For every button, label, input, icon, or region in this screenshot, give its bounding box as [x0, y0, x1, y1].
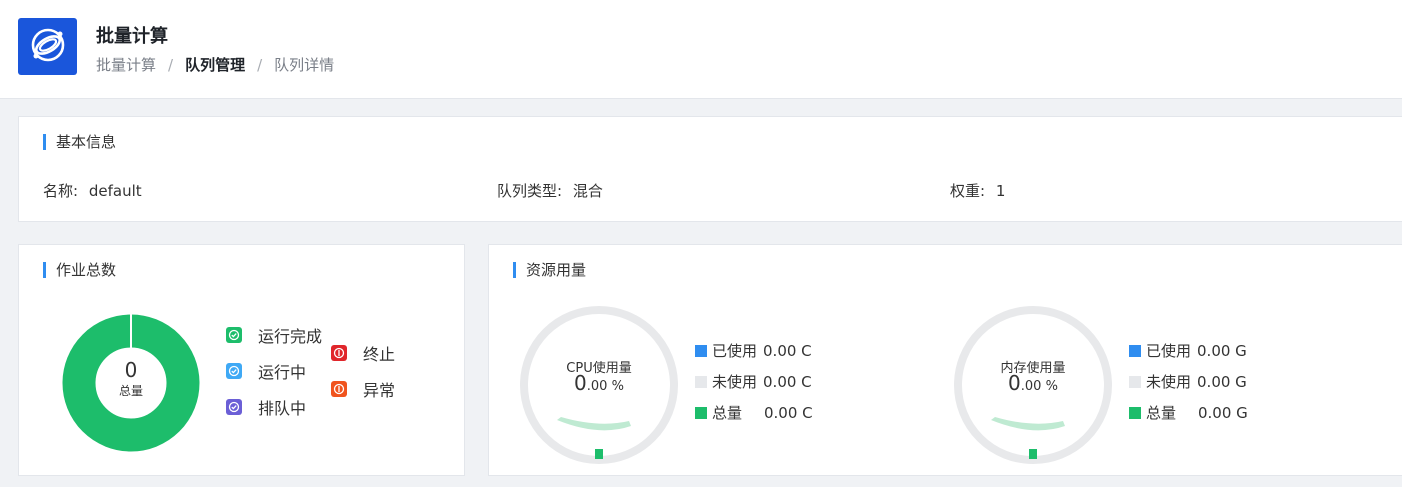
memory-gauge-value: 0.00 %	[983, 371, 1083, 395]
legend-swatch	[695, 406, 707, 419]
legend-status-terminated: 终止	[331, 341, 395, 365]
legend-label: 运行完成	[258, 327, 323, 346]
legend-label: 排队中	[258, 399, 307, 418]
job-total-value: 0	[124, 358, 138, 382]
field-label: 权重:	[950, 182, 986, 200]
legend-label: 异常	[363, 381, 396, 400]
satellite-logo-icon	[27, 25, 69, 69]
legend-label: 已使用	[1146, 342, 1192, 360]
field-value: default	[88, 182, 142, 200]
legend-status-error: 异常	[331, 377, 395, 401]
cpu-gauge-number: 0	[574, 371, 587, 395]
section-title-job-totals: 作业总数	[43, 262, 116, 278]
memory-gauge-unit: .00 %	[1020, 379, 1058, 394]
field-value: 混合	[572, 182, 603, 200]
legend-label: 未使用	[712, 373, 758, 391]
app-title: 批量计算	[96, 26, 168, 47]
cpu-legend-total: 总量 0.00 C	[695, 402, 813, 423]
section-title-resource-usage: 资源用量	[513, 262, 586, 278]
legend-status-queued: 排队中	[226, 395, 306, 419]
cpu-gauge-unit: .00 %	[586, 379, 624, 394]
breadcrumb-item-queue-management[interactable]: 队列管理	[185, 54, 245, 75]
check-icon	[226, 363, 242, 379]
legend-swatch	[1129, 406, 1141, 419]
breadcrumb-item-batch[interactable]: 批量计算	[96, 54, 156, 75]
check-icon	[226, 327, 242, 343]
memory-legend-used: 已使用 0.00 G	[1129, 340, 1247, 361]
info-field-queue-type: 队列类型: 混合	[497, 180, 603, 201]
memory-legend-total: 总量 0.00 G	[1129, 402, 1248, 423]
info-field-name: 名称: default	[43, 180, 142, 201]
field-label: 名称:	[43, 182, 79, 200]
legend-swatch	[695, 344, 707, 357]
legend-swatch	[695, 375, 707, 388]
legend-value: 0.00 G	[1197, 341, 1247, 360]
section-title-basic-info: 基本信息	[43, 134, 116, 150]
legend-value: 0.00 G	[1197, 372, 1247, 391]
stop-icon	[331, 345, 347, 361]
job-totals-card: 作业总数 0 总量 运行完成 运行中 排队中 终止 异常	[18, 244, 465, 476]
legend-value: 0.00 C	[764, 403, 813, 422]
legend-value: 0.00 G	[1198, 403, 1248, 422]
breadcrumb: 批量计算 / 队列管理 / 队列详情	[96, 54, 334, 75]
legend-label: 未使用	[1146, 373, 1192, 391]
breadcrumb-item-queue-detail: 队列详情	[274, 56, 335, 74]
legend-value: 0.00 C	[763, 372, 812, 391]
check-icon	[226, 399, 242, 415]
legend-value: 0.00 C	[763, 341, 812, 360]
legend-swatch	[1129, 375, 1141, 388]
cpu-legend-unused: 未使用 0.00 C	[695, 371, 812, 392]
memory-legend-unused: 未使用 0.00 G	[1129, 371, 1247, 392]
legend-label: 总量	[1146, 404, 1177, 422]
legend-status-completed: 运行完成	[226, 323, 322, 347]
field-label: 队列类型:	[497, 182, 563, 200]
page-header: 批量计算 批量计算 / 队列管理 / 队列详情	[0, 0, 1402, 99]
breadcrumb-separator: /	[257, 55, 263, 74]
legend-label: 已使用	[712, 342, 758, 360]
cpu-gauge-value: 0.00 %	[549, 371, 649, 395]
job-total-label: 总量	[118, 384, 143, 398]
field-value: 1	[995, 182, 1006, 200]
legend-label: 终止	[363, 345, 396, 364]
legend-swatch	[1129, 344, 1141, 357]
basic-info-card: 基本信息 名称: default 队列类型: 混合 权重: 1	[18, 116, 1402, 222]
memory-gauge-number: 0	[1008, 371, 1021, 395]
legend-label: 运行中	[258, 363, 307, 382]
cpu-legend-used: 已使用 0.00 C	[695, 340, 812, 361]
legend-status-running: 运行中	[226, 359, 306, 383]
breadcrumb-separator: /	[168, 55, 174, 74]
app-logo	[18, 18, 77, 75]
resource-usage-card: 资源用量 CPU使用量 0.00 % 已使用 0.00 C 未使用 0.00 C…	[488, 244, 1402, 476]
legend-label: 总量	[712, 404, 743, 422]
stop-icon	[331, 381, 347, 397]
info-field-weight: 权重: 1	[950, 180, 1005, 201]
